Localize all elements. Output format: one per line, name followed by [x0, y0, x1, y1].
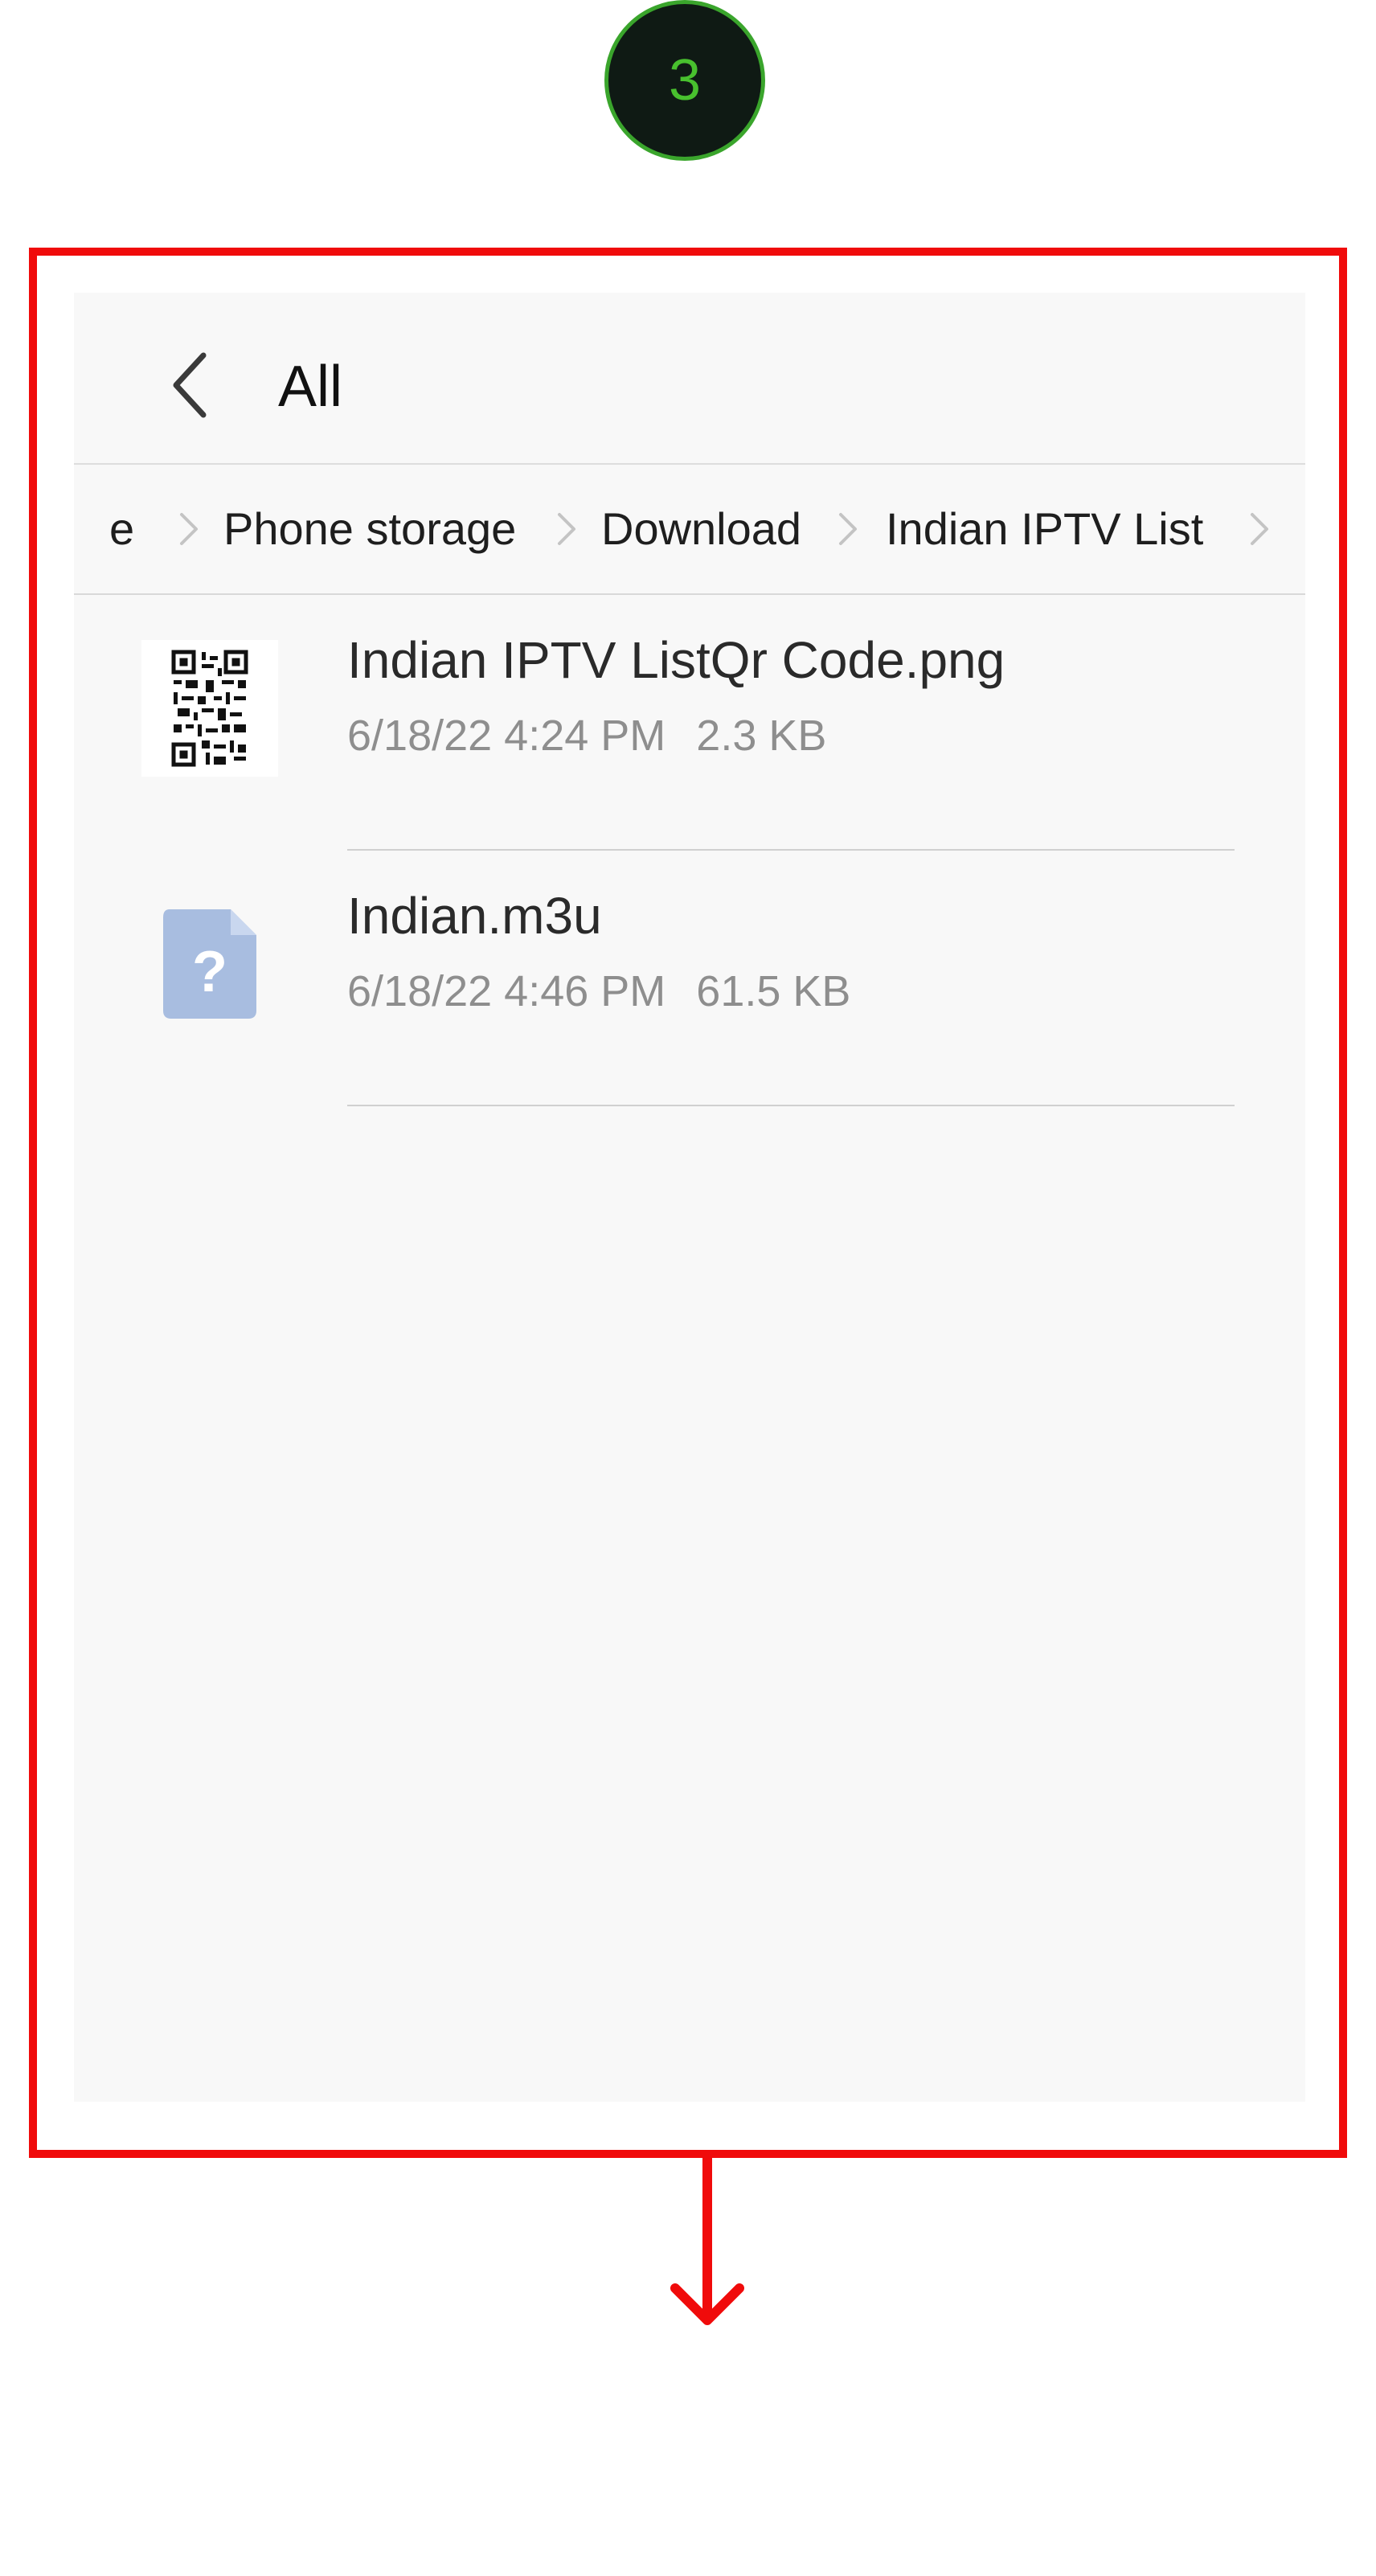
file-size: 61.5 KB	[696, 967, 851, 1015]
file-date: 6/18/22 4:46 PM	[347, 967, 666, 1015]
file-meta: 6/18/22 4:46 PM 61.5 KB	[347, 966, 850, 1016]
app-bar: All	[74, 293, 1305, 465]
step-number: 3	[668, 48, 702, 113]
qr-code-thumbnail	[141, 640, 278, 777]
step-number-badge: 3	[604, 0, 765, 161]
file-list-item[interactable]: Indian IPTV ListQr Code.png 6/18/22 4:24…	[74, 595, 1305, 852]
breadcrumb-item-home[interactable]: e	[109, 465, 134, 593]
breadcrumb-item-phone-storage[interactable]: Phone storage	[223, 465, 516, 593]
qr-code-icon	[170, 648, 250, 769]
chevron-right-icon	[558, 513, 575, 545]
arrow-down-icon	[670, 2158, 744, 2325]
file-list-item[interactable]: ? Indian.m3u 6/18/22 4:46 PM 61.5 KB	[74, 851, 1305, 1108]
file-manager-screen: All e Phone storage Download Indian IPTV…	[74, 293, 1305, 2102]
file-name: Indian IPTV ListQr Code.png	[347, 631, 1005, 689]
breadcrumb-item-indian-iptv-list[interactable]: Indian IPTV List	[886, 465, 1203, 593]
chevron-right-icon	[1251, 513, 1268, 545]
breadcrumb: e Phone storage Download Indian IPTV Lis…	[74, 465, 1305, 595]
page-title: All	[278, 355, 343, 419]
file-date: 6/18/22 4:24 PM	[347, 712, 666, 760]
chevron-right-icon	[839, 513, 857, 545]
unknown-file-icon: ?	[141, 896, 278, 1032]
chevron-left-icon	[173, 352, 207, 418]
file-name: Indian.m3u	[347, 887, 602, 945]
file-size: 2.3 KB	[696, 712, 827, 760]
row-divider	[347, 1105, 1235, 1106]
breadcrumb-item-download[interactable]: Download	[601, 465, 801, 593]
unknown-file-glyph: ?	[192, 940, 227, 1004]
unknown-file-icon: ?	[163, 909, 256, 1019]
chevron-right-icon	[180, 513, 198, 545]
back-button[interactable]	[154, 341, 227, 429]
file-meta: 6/18/22 4:24 PM 2.3 KB	[347, 711, 826, 761]
